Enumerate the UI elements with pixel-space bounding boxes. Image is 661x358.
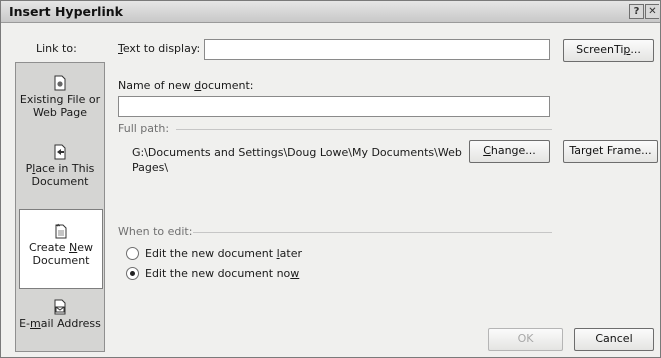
full-path-divider [176,129,552,130]
screentip-button[interactable]: ScreenTip... [563,39,654,62]
target-frame-button[interactable]: Target Frame... [563,140,658,163]
edit-later-label: Edit the new document later [145,247,302,260]
ok-button[interactable]: OK [488,328,563,351]
sidebar-item-email-address[interactable]: E-mail Address [16,299,104,347]
sidebar-item-place-in-document[interactable]: Place in This Document [16,144,104,206]
close-button[interactable]: ✕ [645,4,659,19]
link-to-label: Link to: [36,42,77,55]
edit-now-label: Edit the new document now [145,267,300,280]
when-to-edit-label: When to edit: [118,225,193,238]
edit-now-option[interactable]: Edit the new document now [126,267,299,280]
full-path-line2: Pages\ [132,161,169,174]
insert-hyperlink-dialog: Insert Hyperlink ? ✕ Link to: Existing F… [0,0,661,358]
cancel-button[interactable]: Cancel [574,328,654,351]
full-path-value: G:\Documents and Settings\Doug Lowe\My D… [132,145,462,175]
text-to-display-input[interactable] [204,39,550,60]
email-icon [54,299,66,315]
existing-file-icon [54,75,66,91]
link-to-sidebar: Existing File or Web Page Place in This … [15,62,105,352]
full-path-label: Full path: [118,122,170,135]
text-to-display-label: Text to display: [118,42,201,55]
edit-later-option[interactable]: Edit the new document later [126,247,302,260]
sidebar-item-existing-file[interactable]: Existing File or Web Page [16,75,104,135]
new-document-icon [55,223,67,239]
sidebar-item-label-line2: Document [31,175,89,188]
new-document-label: Name of new document: [118,79,254,92]
full-path-line1: G:\Documents and Settings\Doug Lowe\My D… [132,146,462,159]
place-in-document-icon [54,144,66,160]
sidebar-item-label-line1: Create New [28,241,94,254]
edit-now-radio[interactable] [126,267,139,280]
sidebar-item-create-new-document[interactable]: Create New Document [19,209,103,289]
title-bar: Insert Hyperlink ? ✕ [1,1,660,23]
sidebar-item-label-line2: Web Page [32,106,88,119]
when-to-edit-divider [193,232,552,233]
sidebar-item-label: E-mail Address [19,317,101,330]
new-document-name-input[interactable] [118,96,550,117]
help-button[interactable]: ? [629,4,644,19]
sidebar-item-label-line2: Document [32,254,90,267]
sidebar-item-label-line1: Place in This [25,162,95,175]
sidebar-item-label-line1: Existing File or [19,93,101,106]
edit-later-radio[interactable] [126,247,139,260]
change-button[interactable]: Change... [469,140,550,163]
dialog-title: Insert Hyperlink [9,4,123,19]
